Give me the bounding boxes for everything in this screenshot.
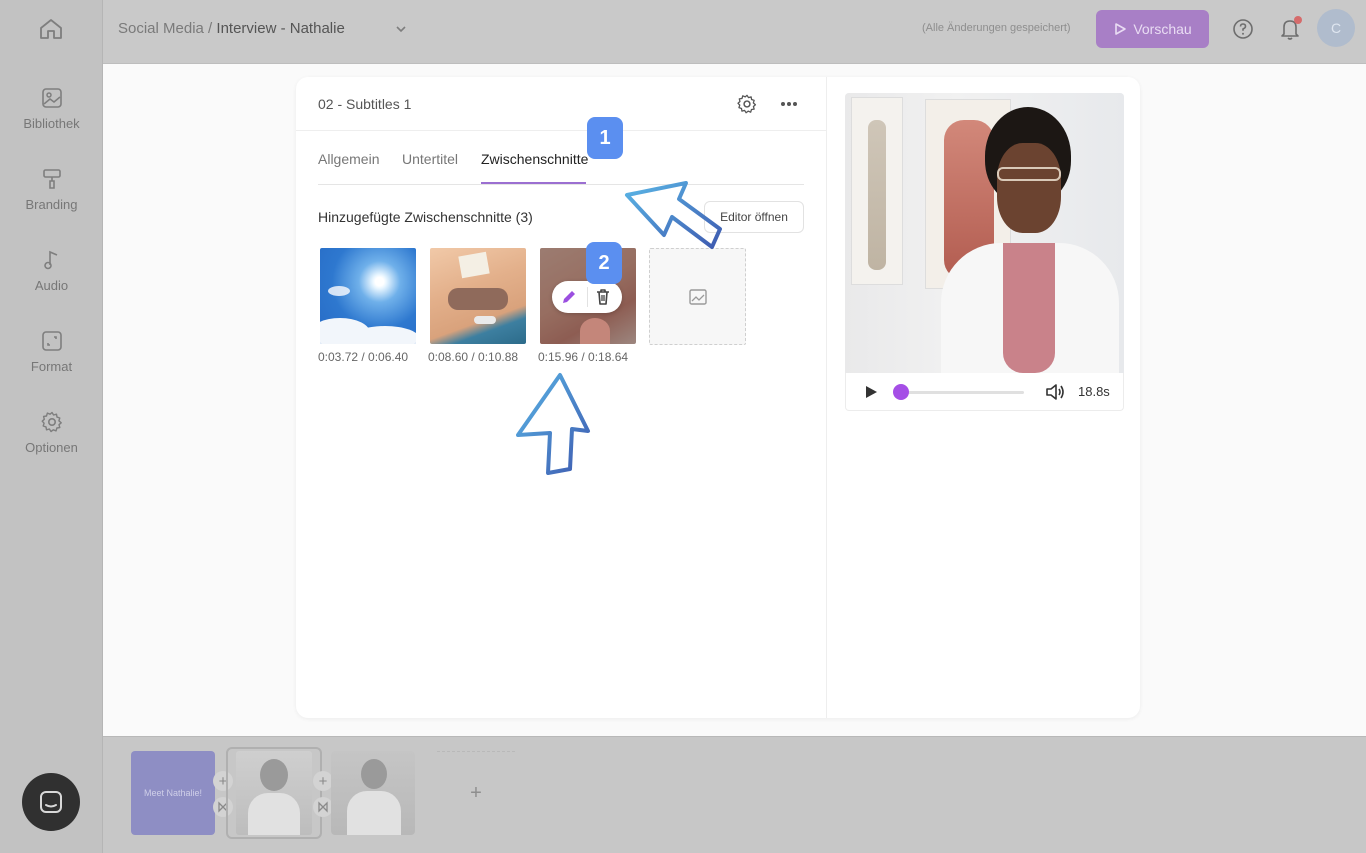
timeline-clip-selected[interactable] xyxy=(226,747,322,839)
gear-icon[interactable] xyxy=(736,93,758,115)
chat-icon xyxy=(40,791,62,813)
doctor-face xyxy=(997,143,1061,233)
cutaway-thumbnail-sky[interactable] xyxy=(320,248,416,344)
skeleton-shape xyxy=(868,120,886,270)
progress-track[interactable] xyxy=(908,391,1024,394)
video-controls: 18.8s xyxy=(845,373,1124,411)
transition-button[interactable] xyxy=(313,797,333,817)
volume-icon[interactable] xyxy=(1045,383,1065,401)
help-icon[interactable] xyxy=(1232,18,1254,40)
breadcrumb: Social Media / Interview - Nathalie xyxy=(118,20,345,37)
progress-knob[interactable] xyxy=(893,384,909,400)
arrow-pointer-icon xyxy=(625,181,722,249)
topbar: Social Media / Interview - Nathalie (All… xyxy=(103,0,1366,64)
book-shape xyxy=(458,251,490,279)
cutaway-thumbnail-beach[interactable] xyxy=(430,248,526,344)
sidebar-item-branding[interactable]: Branding xyxy=(0,167,103,212)
timeline-clip-video[interactable] xyxy=(331,751,415,835)
pencil-icon[interactable] xyxy=(560,288,578,306)
doctor-glasses xyxy=(997,167,1061,181)
notification-dot xyxy=(1294,16,1302,24)
divider xyxy=(296,130,827,131)
skeleton-poster xyxy=(851,97,903,285)
annotation-badge-2: 2 xyxy=(586,242,622,284)
scene-settings-pane: 02 - Subtitles 1 Allgemein Untertitel Zw… xyxy=(296,77,827,718)
intro-clip-text: Meet Nathalie! xyxy=(143,788,203,798)
skin-detail-shape xyxy=(580,318,610,344)
add-clip-button[interactable]: + xyxy=(437,751,515,835)
cutaway-time: 0:03.72 / 0:06.40 xyxy=(318,350,409,364)
tab-untertitel[interactable]: Untertitel xyxy=(402,151,458,167)
preview-button-label: Vorschau xyxy=(1133,21,1192,37)
chevron-down-icon[interactable] xyxy=(394,22,408,36)
divider xyxy=(587,287,588,307)
play-icon[interactable] xyxy=(864,385,878,399)
arrow-pointer-icon xyxy=(516,373,590,475)
sidebar-item-bibliothek[interactable]: Bibliothek xyxy=(0,86,103,131)
figure-shape xyxy=(448,288,508,310)
cutaway-actions xyxy=(552,281,622,313)
sidebar-item-label: Bibliothek xyxy=(23,116,80,131)
clip-figure-shape xyxy=(347,791,401,835)
breadcrumb-parent[interactable]: Social Media xyxy=(118,20,204,37)
active-tab-indicator xyxy=(481,182,586,184)
home-icon[interactable] xyxy=(38,17,64,41)
doctor-shirt xyxy=(1003,243,1055,373)
sidebar: Bibliothek Branding Audio Format Optione… xyxy=(0,0,103,853)
save-status: (Alle Änderungen gespeichert) xyxy=(922,22,1071,34)
paint-roller-icon xyxy=(42,169,61,189)
trash-icon[interactable] xyxy=(595,288,611,306)
tab-zwischenschnitte[interactable]: Zwischenschnitte xyxy=(481,151,588,167)
cloud-shape xyxy=(328,286,350,296)
tabs-divider xyxy=(318,184,804,185)
cloud-shape xyxy=(350,326,416,344)
clip-preview xyxy=(236,751,312,835)
video-duration: 18.8s xyxy=(1078,384,1110,399)
more-options-icon[interactable] xyxy=(780,101,798,107)
image-placeholder-icon xyxy=(689,289,707,305)
resize-icon xyxy=(41,331,62,351)
music-note-icon xyxy=(43,250,57,270)
clip-figure-shape xyxy=(361,759,387,789)
sidebar-item-optionen[interactable]: Optionen xyxy=(0,410,103,455)
cutaway-time: 0:15.96 / 0:18.64 xyxy=(538,350,629,364)
play-icon xyxy=(1115,23,1127,35)
clip-figure-shape xyxy=(248,793,300,835)
add-scene-button[interactable]: + xyxy=(313,771,333,791)
cutaways-section-title: Hinzugefügte Zwischenschnitte (3) xyxy=(318,209,533,225)
cutaway-time: 0:08.60 / 0:10.88 xyxy=(428,350,519,364)
transition-icon xyxy=(318,801,328,813)
tab-allgemein[interactable]: Allgemein xyxy=(318,151,379,167)
add-cutaway-placeholder[interactable] xyxy=(649,248,746,345)
timeline-clip-intro[interactable]: Meet Nathalie! xyxy=(131,751,215,835)
scene-timeline: Meet Nathalie! + + + xyxy=(103,736,1366,853)
image-icon xyxy=(41,88,62,108)
breadcrumb-separator: / xyxy=(203,20,217,37)
annotation-badge-1: 1 xyxy=(587,117,623,159)
sidebar-item-label: Optionen xyxy=(25,440,78,455)
sidebar-item-label: Branding xyxy=(25,197,78,212)
gear-icon xyxy=(41,411,62,433)
sidebar-item-label: Format xyxy=(30,359,73,374)
chat-button[interactable] xyxy=(22,773,80,831)
sidebar-item-format[interactable]: Format xyxy=(0,329,103,374)
breadcrumb-current: Interview - Nathalie xyxy=(216,20,345,37)
clip-figure-shape xyxy=(260,759,288,791)
avatar[interactable]: C xyxy=(1317,9,1355,47)
sunglasses-shape xyxy=(474,316,496,324)
sidebar-item-audio[interactable]: Audio xyxy=(0,248,103,293)
video-preview[interactable] xyxy=(845,93,1124,373)
sidebar-item-label: Audio xyxy=(34,278,69,293)
scene-title: 02 - Subtitles 1 xyxy=(318,96,412,112)
preview-button[interactable]: Vorschau xyxy=(1096,10,1209,48)
scene-editor-card: 02 - Subtitles 1 Allgemein Untertitel Zw… xyxy=(296,77,1140,718)
